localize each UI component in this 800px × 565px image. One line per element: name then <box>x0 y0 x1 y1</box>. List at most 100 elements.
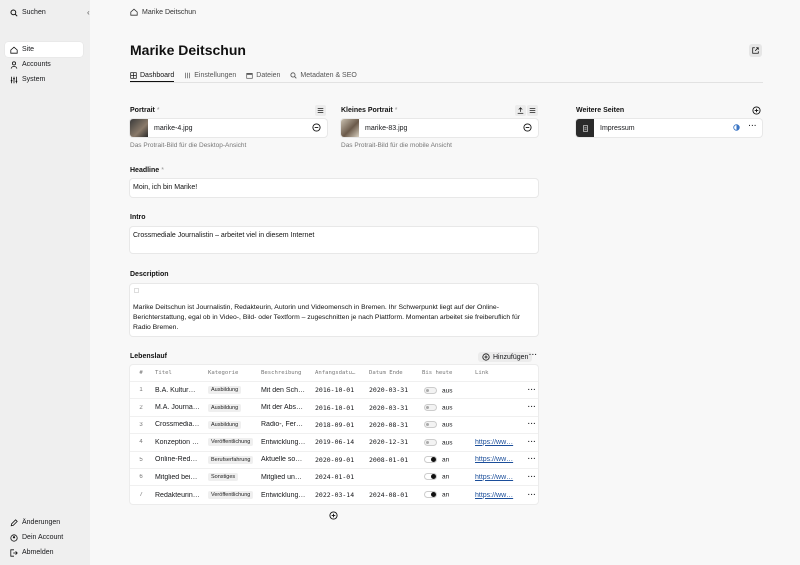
row-options-icon[interactable]: ··· <box>526 387 538 394</box>
cell-bis-heute[interactable]: aus <box>419 421 472 429</box>
cell-ende[interactable]: 2024-08-01 <box>366 491 419 499</box>
cell-titel[interactable]: Konzeption … <box>152 439 205 446</box>
cell-kategorie[interactable]: Veröffentlichung <box>205 491 258 500</box>
bis-heute-toggle[interactable] <box>424 473 437 481</box>
bis-heute-toggle[interactable] <box>424 491 437 499</box>
col-header[interactable]: Anfangsdatu… <box>312 370 366 376</box>
cell-beschreibung[interactable]: Mitglied un… <box>258 474 312 481</box>
bis-heute-toggle[interactable] <box>424 403 437 411</box>
cell-ende[interactable]: 2020-12-31 <box>366 438 419 446</box>
lebenslauf-options-icon[interactable]: ··· <box>529 352 538 359</box>
cell-start[interactable]: 2016-10-01 <box>312 386 366 394</box>
col-header[interactable]: Titel <box>152 370 205 376</box>
cell-start[interactable]: 2016-10-01 <box>312 404 366 412</box>
cell-kategorie[interactable]: Ausbildung <box>205 386 258 395</box>
cell-bis-heute[interactable]: aus <box>419 403 472 411</box>
row-options-icon[interactable]: ··· <box>526 404 538 411</box>
col-header[interactable]: Datum Ende <box>366 370 419 376</box>
link-text[interactable]: https://ww… <box>475 492 513 499</box>
sidebar-item-logout[interactable]: Abmelden <box>5 545 83 560</box>
table-row[interactable]: 1 B.A. Kultur… Ausbildung Mit den Sch… 2016-… <box>130 382 538 400</box>
sidebar-item-changes[interactable]: Änderungen <box>5 515 83 530</box>
add-entry-button[interactable]: Hinzufügen <box>478 352 533 362</box>
small-portrait-options-button[interactable] <box>527 105 538 116</box>
cell-ende[interactable]: 2020-08-31 <box>366 421 419 429</box>
col-header[interactable]: Bis heute <box>419 370 472 376</box>
cell-titel[interactable]: M.A. Journa… <box>152 404 205 411</box>
table-row[interactable]: 2 M.A. Journa… Ausbildung Mit der Abs… 2016-… <box>130 399 538 417</box>
table-row[interactable]: 5 Online-Red… Berufserfahrung Aktuelle so… 2… <box>130 452 538 469</box>
table-row[interactable]: 3 Crossmedia… Ausbildung Radio-, Fer… 2018-0… <box>130 417 538 435</box>
portrait-options-button[interactable] <box>315 105 326 116</box>
table-row[interactable]: 6 Mitglied bei… Sonstiges Mitglied un… 2024-… <box>130 469 538 487</box>
open-page-button[interactable] <box>749 44 762 57</box>
cell-start[interactable]: 2019-06-14 <box>312 438 366 446</box>
cell-kategorie[interactable]: Ausbildung <box>205 420 258 429</box>
cell-titel[interactable]: Mitglied bei… <box>152 474 205 481</box>
breadcrumb[interactable]: Marike Deitschun <box>130 8 196 16</box>
cell-ende[interactable]: 2020-03-31 <box>366 386 419 394</box>
cell-kategorie[interactable]: Veröffentlichung <box>205 438 258 447</box>
row-options-icon[interactable]: ··· <box>526 474 538 481</box>
sidebar-item-accounts[interactable]: Accounts <box>5 57 83 72</box>
format-icon[interactable] <box>134 288 139 293</box>
page-item-impressum[interactable]: Impressum ··· <box>576 119 762 137</box>
portrait-file[interactable]: marike-4.jpg <box>130 119 327 137</box>
search-button[interactable]: Suchen <box>5 5 83 20</box>
headline-input[interactable]: Moin, ich bin Marike! <box>130 179 538 197</box>
cell-titel[interactable]: Crossmedia… <box>152 421 205 428</box>
cell-ende[interactable]: 2020-03-31 <box>366 404 419 412</box>
cell-start[interactable]: 2018-09-01 <box>312 421 366 429</box>
add-page-button[interactable] <box>751 105 762 116</box>
small-portrait-file[interactable]: marike-83.jpg <box>341 119 538 137</box>
link-text[interactable]: https://ww… <box>475 439 513 446</box>
cell-beschreibung[interactable]: Mit der Abs… <box>258 404 312 411</box>
tab-dashboard[interactable]: Dashboard <box>130 69 175 82</box>
table-row[interactable]: 7 Redakteurin… Veröffentlichung Entwicklung… <box>130 486 538 503</box>
col-header[interactable]: Kategorie <box>205 370 258 376</box>
intro-textarea[interactable]: Crossmediale Journalistin – arbeitet vie… <box>130 227 538 253</box>
tab-metadata-seo[interactable]: Metadaten & SEO <box>290 69 357 82</box>
cell-bis-heute[interactable]: an <box>419 491 472 499</box>
link-text[interactable]: https://ww… <box>475 474 513 481</box>
cell-start[interactable]: 2022-03-14 <box>312 491 366 499</box>
bis-heute-toggle[interactable] <box>424 421 437 429</box>
cell-ende[interactable]: 2008-01-01 <box>366 456 419 464</box>
cell-titel[interactable]: Online-Red… <box>152 456 205 463</box>
bis-heute-toggle[interactable] <box>424 456 437 464</box>
cell-beschreibung[interactable]: Entwicklung… <box>258 439 312 446</box>
cell-beschreibung[interactable]: Mit den Sch… <box>258 387 312 394</box>
cell-titel[interactable]: Redakteurin… <box>152 492 205 499</box>
row-options-icon[interactable]: ··· <box>526 421 538 428</box>
remove-icon[interactable] <box>312 123 321 132</box>
tab-settings[interactable]: Einstellungen <box>184 69 236 82</box>
sidebar-item-account[interactable]: Dein Account <box>5 530 83 545</box>
cell-kategorie[interactable]: Berufserfahrung <box>205 455 258 464</box>
cell-beschreibung[interactable]: Radio-, Fer… <box>258 421 312 428</box>
upload-button[interactable] <box>515 105 526 116</box>
sidebar-item-site[interactable]: Site <box>5 42 83 57</box>
cell-bis-heute[interactable]: an <box>419 456 472 463</box>
cell-link[interactable]: https://ww… <box>472 439 526 446</box>
link-text[interactable]: https://ww… <box>475 456 513 463</box>
cell-link[interactable]: https://ww… <box>472 474 526 481</box>
remove-icon[interactable] <box>523 123 532 132</box>
bis-heute-toggle[interactable] <box>424 386 437 394</box>
add-row-button[interactable] <box>329 511 338 522</box>
row-options-icon[interactable]: ··· <box>526 456 538 463</box>
cell-titel[interactable]: B.A. Kultur… <box>152 387 205 394</box>
status-icon[interactable] <box>733 124 740 131</box>
cell-start[interactable]: 2020-09-01 <box>312 456 366 464</box>
cell-bis-heute[interactable]: an <box>419 473 472 481</box>
cell-kategorie[interactable]: Sonstiges <box>205 473 258 482</box>
cell-beschreibung[interactable]: Entwicklung… <box>258 492 312 499</box>
table-row[interactable]: 4 Konzeption … Veröffentlichung Entwicklung… <box>130 434 538 452</box>
cell-link[interactable]: https://ww… <box>472 492 526 499</box>
row-options-icon[interactable]: ··· <box>526 492 538 499</box>
description-editor[interactable]: Marike Deitschun ist Journalistin, Redak… <box>130 284 538 336</box>
sidebar-item-system[interactable]: System <box>5 72 83 87</box>
bis-heute-toggle[interactable] <box>424 438 437 446</box>
more-options-icon[interactable]: ··· <box>749 123 758 130</box>
cell-beschreibung[interactable]: Aktuelle so… <box>258 456 312 463</box>
cell-bis-heute[interactable]: aus <box>419 438 472 446</box>
